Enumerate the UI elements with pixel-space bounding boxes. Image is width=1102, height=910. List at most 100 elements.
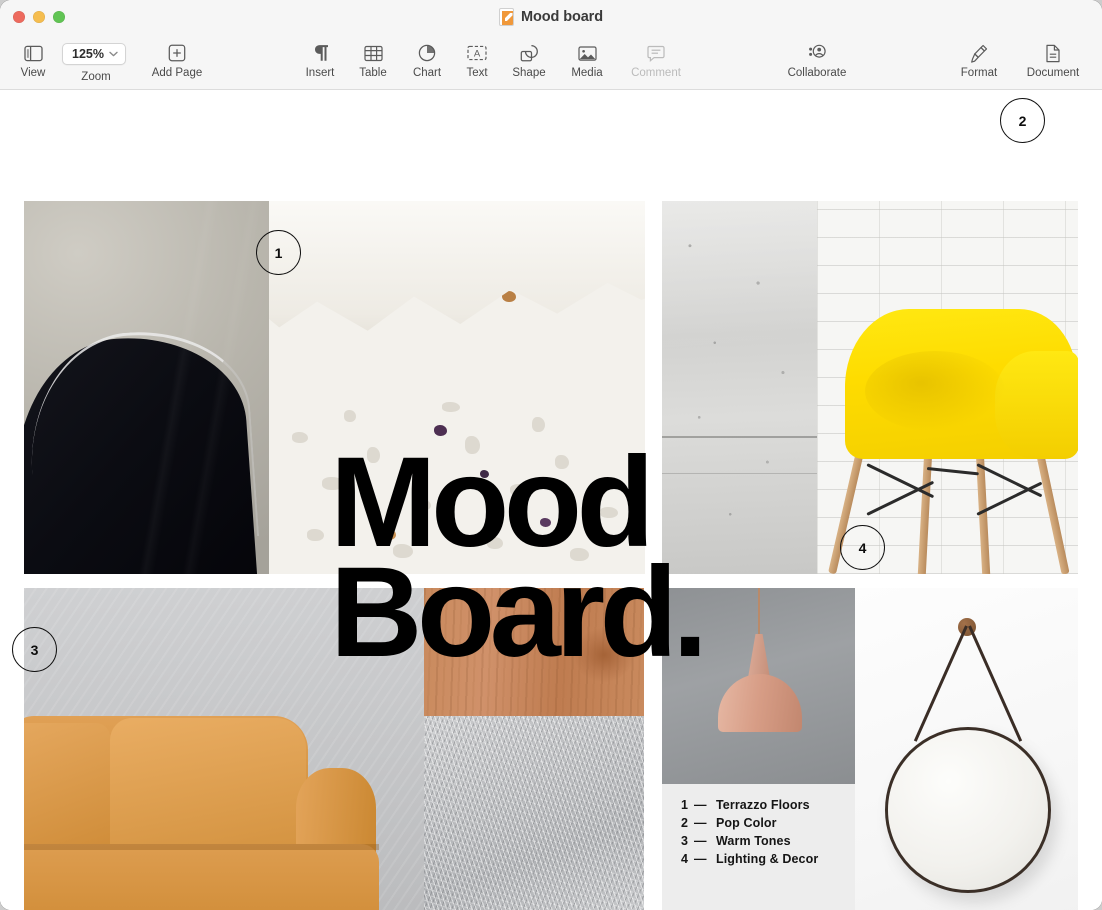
image-icon [578,40,597,66]
toolbar-label-add-page: Add Page [152,67,203,79]
zoom-select[interactable]: 125% [62,43,126,65]
maximize-button[interactable] [53,11,65,23]
legend-panel[interactable]: 1 — Terrazzo Floors 2 — Pop Color 3 — Wa… [662,588,855,910]
callout-badge-number: 3 [31,642,39,658]
round-strap-mirror-photo[interactable] [855,588,1078,910]
legend-item-label: Pop Color [716,816,777,830]
sofa-seat-shape [24,844,379,910]
toolbar-button-chart[interactable]: Chart [404,34,450,90]
legend-item: 1 — Terrazzo Floors [681,798,818,812]
legend-item-dash: — [694,852,716,866]
legend-item-number: 3 [681,834,694,848]
callout-badge-number: 4 [859,540,867,556]
toolbar-label-collaborate: Collaborate [788,67,847,79]
gray-fur-rug-photo[interactable] [424,716,644,910]
toolbar-button-document[interactable]: Document [1014,34,1092,90]
toolbar-button-view[interactable]: View [10,34,56,90]
callout-badge-2[interactable]: 2 [1000,98,1045,143]
yellow-chair-photo[interactable] [817,201,1078,574]
chair-highlight-shape [24,201,269,574]
toolbar-button-comment[interactable]: Comment [616,34,696,90]
concrete-speckle-shape [662,201,817,574]
legend-item-label: Warm Tones [716,834,791,848]
toolbar-label-document: Document [1027,67,1079,79]
yellow-chair-arm-shape [995,351,1078,459]
toolbar-button-insert[interactable]: Insert [296,34,344,90]
legend-item-label: Lighting & Decor [716,852,818,866]
window-title: Mood board [521,9,603,25]
terrazzo-texture-photo[interactable] [269,201,645,574]
toolbar-button-add-page[interactable]: Add Page [140,34,214,90]
mirror-strap-shape [914,625,968,741]
lamp-neck-shape [748,634,770,678]
toolbar-button-collaborate[interactable]: Collaborate [773,34,861,90]
mirror-ring-shape [885,727,1051,893]
wood-knot-shape [574,628,634,682]
dark-leather-chair-photo[interactable] [24,201,269,574]
comment-icon [647,40,665,66]
terrazzo-slab-shape [269,201,645,365]
callout-badge-number: 2 [1019,113,1027,129]
legend-list: 1 — Terrazzo Floors 2 — Pop Color 3 — Wa… [681,798,818,866]
pages-window: Mood board View 125% Z [0,0,1102,910]
legend-item-number: 4 [681,852,694,866]
toolbar-button-table[interactable]: Table [350,34,396,90]
minimize-button[interactable] [33,11,45,23]
legend-item-number: 2 [681,816,694,830]
window-title-group: Mood board [0,0,1102,34]
callout-badge-3[interactable]: 3 [12,627,57,672]
collaborate-icon [807,40,827,66]
sofa-cushion-right-shape [110,718,306,858]
callout-badge-1[interactable]: 1 [256,230,301,275]
pages-document-icon [499,8,514,26]
toolbar-label-format: Format [961,67,997,79]
toolbar-label-comment: Comment [631,67,681,79]
plus-box-icon [168,40,186,66]
document-page[interactable]: 1 — Terrazzo Floors 2 — Pop Color 3 — Wa… [0,90,1102,910]
legend-item-label: Terrazzo Floors [716,798,810,812]
toolbar-label-text: Text [466,67,487,79]
titlebar: Mood board [0,0,1102,34]
legend-item: 4 — Lighting & Decor [681,852,818,866]
close-button[interactable] [13,11,25,23]
legend-item: 3 — Warm Tones [681,834,818,848]
blush-pendant-lamp-photo[interactable] [662,588,855,784]
toolbar-button-text[interactable]: A Text [456,34,498,90]
toolbar-label-zoom: Zoom [81,71,110,83]
toolbar-label-media: Media [571,67,602,79]
table-icon [364,40,383,66]
toolbar-label-chart: Chart [413,67,441,79]
lamp-cord-shape [758,588,760,636]
yellow-chair-shadow-shape [865,351,1005,431]
shapes-icon [520,40,539,66]
pie-chart-icon [418,40,436,66]
mirror-strap-shape [968,625,1022,741]
toolbar-label-view: View [21,67,46,79]
callout-badge-4[interactable]: 4 [840,525,885,570]
wood-grain-photo[interactable] [424,588,644,716]
camel-leather-sofa-photo[interactable] [24,588,424,910]
chevron-down-icon [109,50,118,59]
sidebar-icon [24,40,43,66]
concrete-seam-shape [662,436,817,438]
toolbar-button-format[interactable]: Format [950,34,1008,90]
legend-item-dash: — [694,816,716,830]
window-controls [13,11,65,23]
legend-item-dash: — [694,834,716,848]
zoom-value: 125% [72,47,104,61]
toolbar-button-shape[interactable]: Shape [502,34,556,90]
pilcrow-icon [313,40,328,66]
toolbar-button-media[interactable]: Media [562,34,612,90]
toolbar-label-insert: Insert [306,67,335,79]
lamp-shade-shape [718,674,802,732]
sofa-seam-shape [24,844,379,850]
legend-item: 2 — Pop Color [681,816,818,830]
legend-item-dash: — [694,798,716,812]
paintbrush-icon [970,40,988,66]
toolbar-label-table: Table [359,67,387,79]
callout-badge-number: 1 [275,245,283,261]
concrete-texture-photo[interactable] [662,201,817,574]
document-canvas[interactable]: 1 — Terrazzo Floors 2 — Pop Color 3 — Wa… [0,90,1102,910]
legend-item-number: 1 [681,798,694,812]
sofa-cushion-left-shape [24,723,110,853]
